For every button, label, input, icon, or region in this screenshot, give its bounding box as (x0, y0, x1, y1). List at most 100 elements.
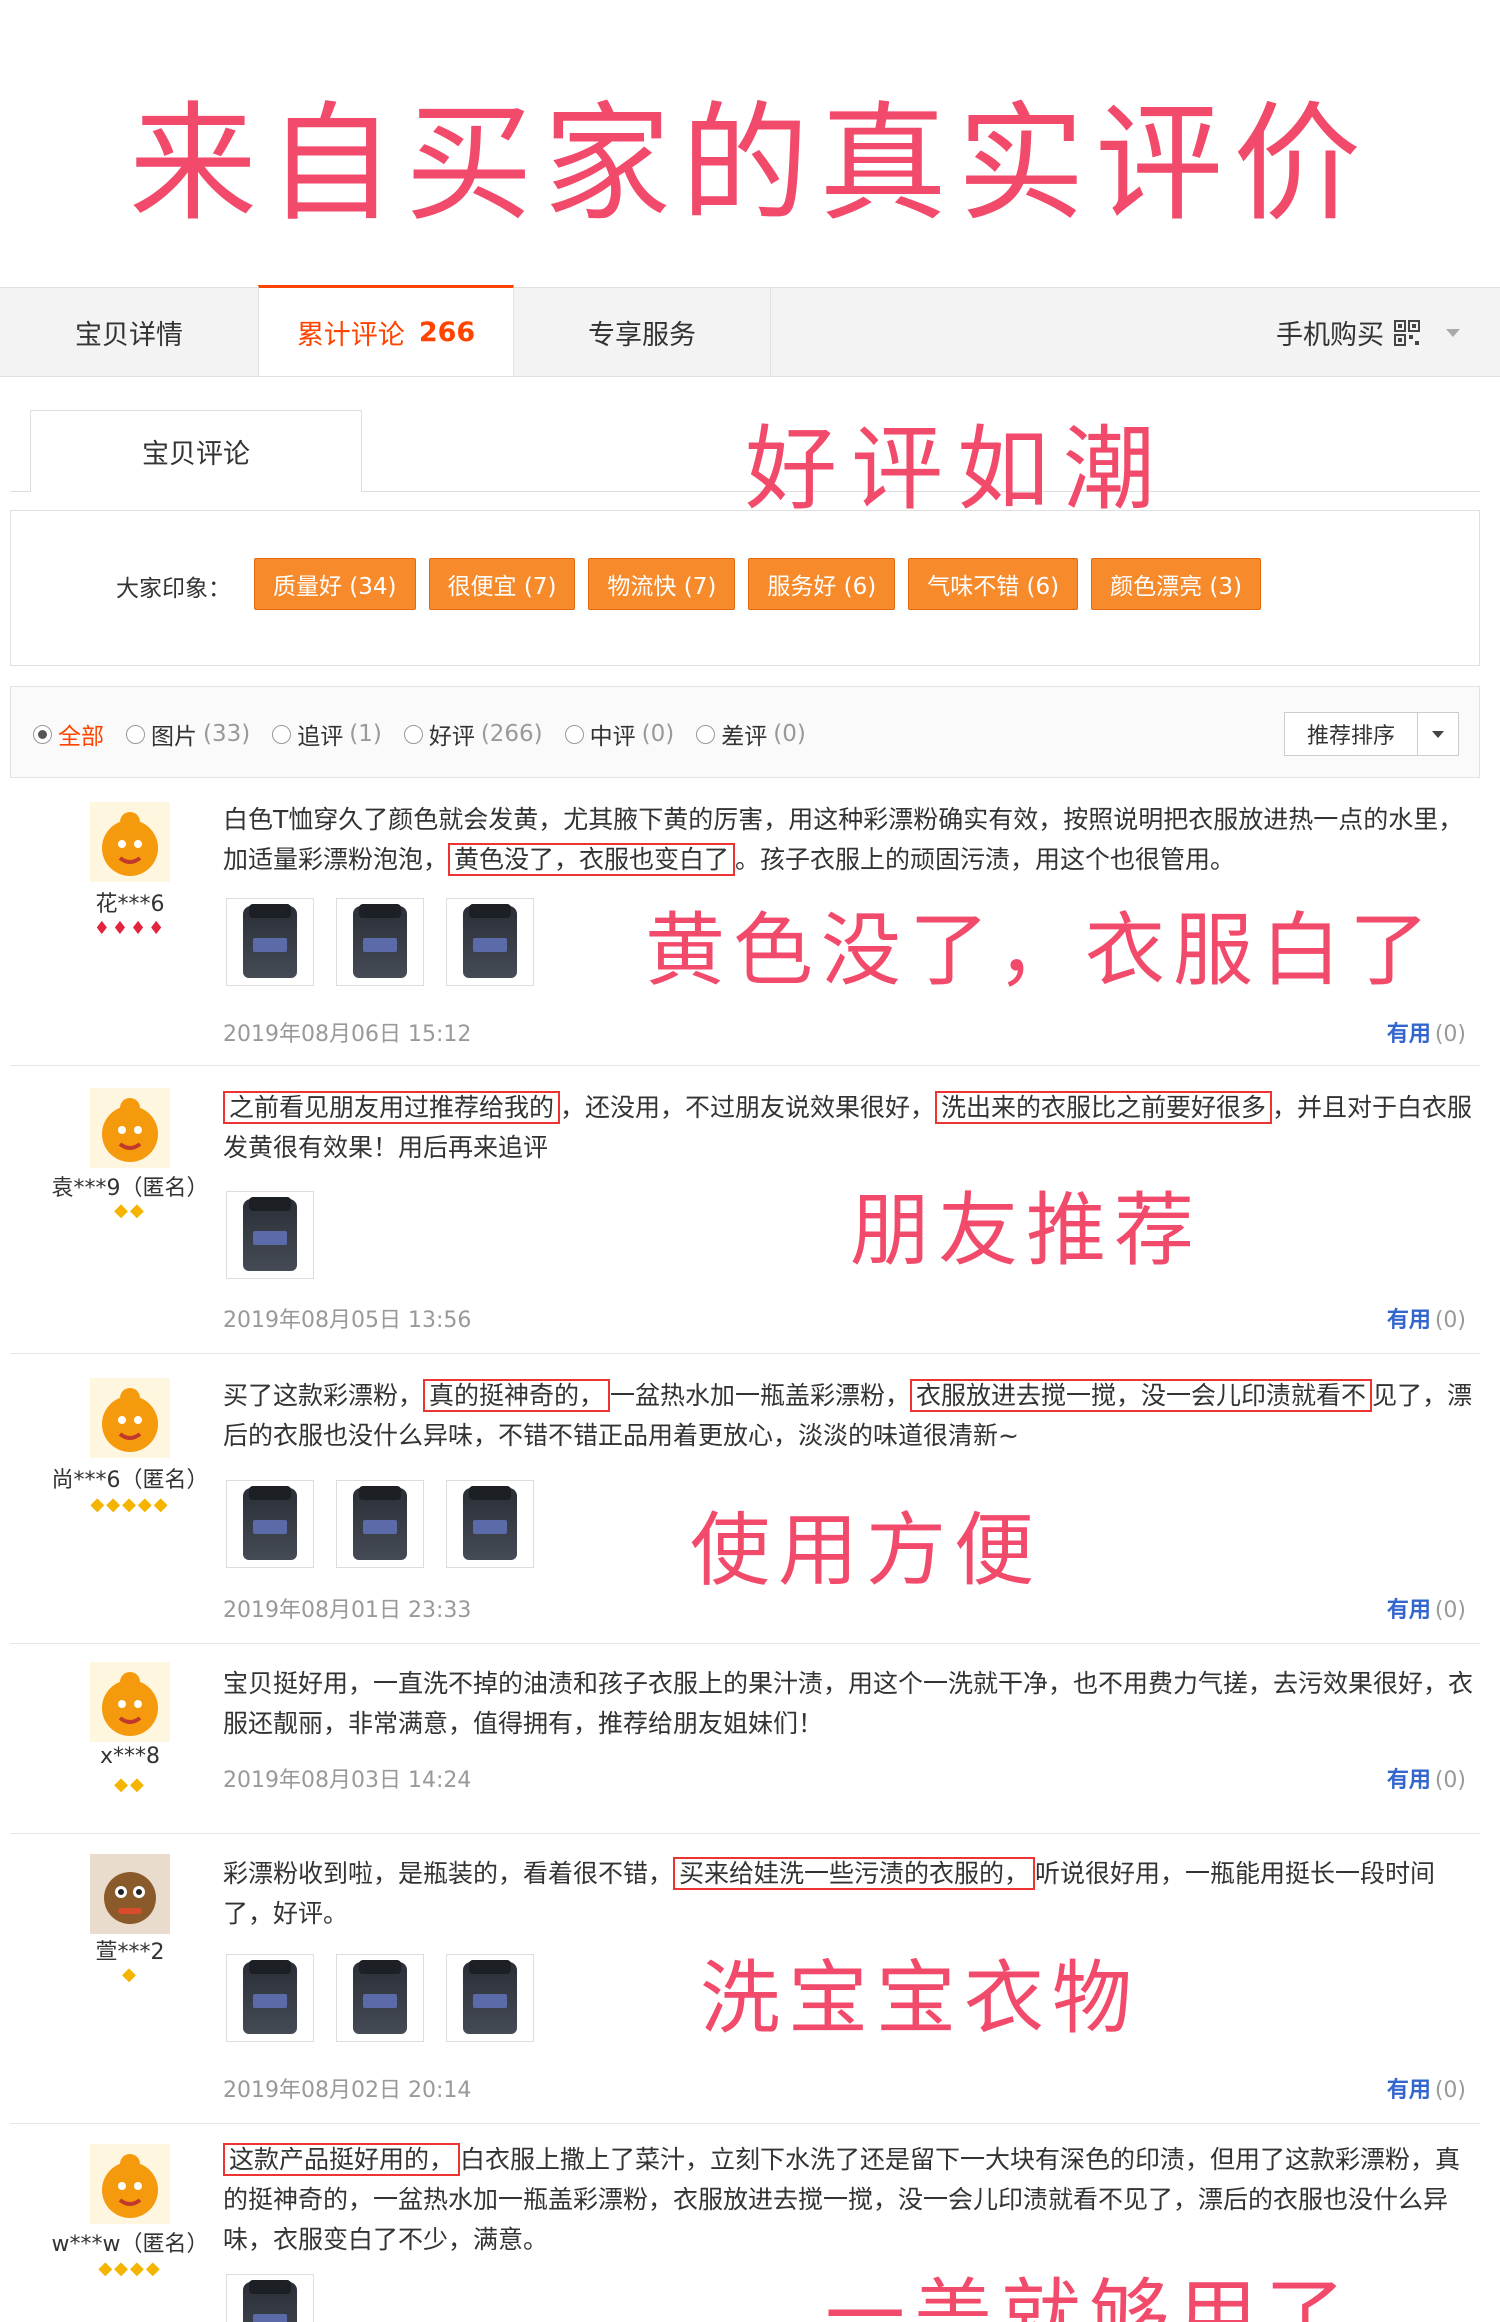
filter-mid[interactable]: 中评 (0) (564, 717, 674, 751)
useful-label: 有用 (1386, 2078, 1431, 2103)
filter-pics[interactable]: 图片 (33) (126, 717, 250, 751)
impression-tag[interactable]: 很便宜 (7) (428, 558, 576, 610)
chevron-down-icon (1418, 713, 1458, 755)
filter-good[interactable]: 好评 (266) (403, 717, 543, 751)
qr-code-icon (1394, 319, 1420, 346)
avatar (90, 2144, 170, 2224)
reviewer-rank: ♦♦♦♦ (93, 918, 167, 939)
impression-tag[interactable]: 物流快 (7) (588, 558, 736, 610)
impression-tag[interactable]: 气味不错 (6) (908, 558, 1079, 610)
avatar (90, 802, 170, 882)
mobile-buy-label: 手机购买 (1276, 320, 1384, 351)
review-text-part: 。孩子衣服上的顽固污渍，用这个也很管用。 (735, 845, 1236, 874)
reviewer-rank: ◆◆ (114, 1774, 146, 1795)
avatar (90, 1662, 170, 1742)
useful-button[interactable]: 有用 (0) (1387, 1592, 1466, 1624)
review-text: 之前看见朋友用过推荐给我的 ，还没用，不过朋友说效果很好， 洗出来的衣服比之前要好很… (223, 1088, 1473, 1168)
impressions-panel: 大家印象： 质量好 (34) 很便宜 (7) 物流快 (7) 服务好 (6) 气… (10, 510, 1480, 666)
filter-good-count: (266) (480, 721, 543, 747)
tab-service[interactable]: 专享服务 (514, 288, 770, 377)
slogan-easy: 使用方便 (690, 1504, 1042, 1597)
chevron-down-icon (1446, 328, 1460, 337)
filter-all[interactable]: 全部 (33, 717, 104, 751)
mobile-buy-button[interactable]: 手机购买 (1276, 288, 1460, 377)
reviewer-name: w***w（匿名） (51, 2232, 209, 2257)
impression-tag[interactable]: 颜色漂亮 (3) (1091, 558, 1261, 610)
tab-divider (770, 288, 771, 377)
review-photos (226, 898, 534, 986)
review-photo[interactable] (336, 1954, 424, 2042)
reviewer-rank: ◆ (122, 1964, 138, 1985)
review-text-part: 宝贝挺好用，一直洗不掉的油渍和孩子衣服上的果汁渍，用这个一洗就干净，也不用费力气… (223, 1669, 1474, 1738)
impressions-label: 大家印象： (116, 576, 231, 602)
review-item: x***8 ◆◆ 宝贝挺好用，一直洗不掉的油渍和孩子衣服上的果汁渍，用这个一洗就… (10, 1644, 1480, 1834)
reviewer-name: 袁***9（匿名） (51, 1176, 209, 1201)
impression-tags: 质量好 (34) 很便宜 (7) 物流快 (7) 服务好 (6) 气味不错 (6… (254, 558, 1261, 610)
review-date: 2019年08月03日 14:24 (223, 1768, 472, 1793)
impression-tag[interactable]: 质量好 (34) (254, 558, 416, 610)
review-date: 2019年08月05日 13:56 (223, 1308, 472, 1333)
avatar (90, 1088, 170, 1168)
useful-button[interactable]: 有用 (0) (1387, 2072, 1466, 2104)
review-photo[interactable] (226, 898, 314, 986)
review-photo[interactable] (446, 1480, 534, 1568)
radio-icon (403, 724, 423, 744)
useful-button[interactable]: 有用 (0) (1387, 1302, 1466, 1334)
review-highlight: 之前看见朋友用过推荐给我的 (223, 1091, 561, 1124)
filter-bad[interactable]: 差评 (0) (696, 717, 806, 751)
review-photos (226, 1480, 534, 1568)
useful-label: 有用 (1386, 1768, 1431, 1793)
useful-count: (0) (1434, 2078, 1466, 2103)
tab-item-reviews[interactable]: 宝贝评论 (30, 410, 362, 492)
review-highlight: 买来给娃洗一些污渍的衣服的， (673, 1857, 1036, 1890)
review-highlight: 衣服放进去搅一搅，没一会儿印渍就看不 (910, 1379, 1373, 1412)
filter-all-label: 全部 (58, 724, 104, 750)
review-photo[interactable] (336, 898, 424, 986)
reviewer-name: x***8 (99, 1744, 161, 1769)
review-photo[interactable] (226, 2274, 314, 2322)
review-photo[interactable] (226, 1191, 314, 1279)
review-photo[interactable] (226, 1480, 314, 1568)
review-photo[interactable] (226, 1954, 314, 2042)
slogan-friend: 朋友推荐 (850, 1184, 1202, 1277)
tab-reviews-count: 266 (418, 316, 476, 348)
review-text-part: 买了这款彩漂粉， (223, 1381, 424, 1410)
review-item: 尚***6（匿名） ◆◆◆◆◆ 买了这款彩漂粉， 真的挺神奇的， 一盆热水加一瓶盖彩… (10, 1354, 1480, 1644)
impression-tag[interactable]: 服务好 (6) (748, 558, 896, 610)
slogan-baby: 洗宝宝衣物 (700, 1952, 1140, 2045)
review-text: 白色T恤穿久了颜色就会发黄，尤其腋下黄的厉害，用这种彩漂粉确实有效，按照说明把衣… (223, 800, 1473, 880)
tab-bar: 宝贝详情 累计评论 266 专享服务 手机购买 (0, 285, 1500, 377)
slogan-one-cap: 一盖就够用了 (825, 2270, 1353, 2322)
reviewer-rank: ◆◆ (114, 1200, 146, 1221)
avatar (90, 1378, 170, 1458)
useful-count: (0) (1434, 1308, 1466, 1333)
filter-good-label: 好评 (428, 724, 475, 750)
review-photos (226, 1191, 314, 1279)
review-text-part: ，还没用，不过朋友说效果很好， (560, 1093, 936, 1122)
useful-button[interactable]: 有用 (0) (1387, 1762, 1466, 1794)
useful-label: 有用 (1386, 1022, 1431, 1047)
filter-pics-label: 图片 (151, 724, 197, 750)
review-photo[interactable] (336, 1480, 424, 1568)
sort-select[interactable]: 推荐排序 (1284, 712, 1459, 756)
reviewer-name: 尚***6（匿名） (51, 1468, 209, 1493)
useful-button[interactable]: 有用 (0) (1387, 1016, 1466, 1048)
review-text: 买了这款彩漂粉， 真的挺神奇的， 一盆热水加一瓶盖彩漂粉， 衣服放进去搅一搅，没一会儿… (223, 1376, 1473, 1456)
review-date: 2019年08月01日 23:33 (223, 1598, 472, 1623)
review-photo[interactable] (446, 898, 534, 986)
radio-icon (33, 724, 52, 744)
review-text: 这款产品挺好用的， 白衣服上撒上了菜汁，立刻下水洗了还是留下一大块有深色的印渍，但… (223, 2140, 1473, 2260)
reviewer-rank: ◆◆◆◆ (98, 2258, 162, 2279)
review-photo[interactable] (446, 1954, 534, 2042)
filter-follow[interactable]: 追评 (1) (272, 717, 382, 751)
radio-icon (272, 724, 292, 744)
useful-label: 有用 (1386, 1308, 1431, 1333)
review-item: 袁***9（匿名） ◆◆ 之前看见朋友用过推荐给我的 ，还没用，不过朋友说效果很好… (10, 1066, 1480, 1354)
banner-title: 来自买家的真实评价 (128, 90, 1371, 239)
review-text-part: 一盆热水加一瓶盖彩漂粉， (610, 1381, 911, 1410)
filter-bad-label: 差评 (721, 724, 768, 750)
tab-reviews[interactable]: 累计评论 266 (258, 285, 514, 376)
tab-detail[interactable]: 宝贝详情 (0, 288, 258, 377)
filter-bad-count: (0) (773, 721, 806, 747)
reviewer-name: 花***6 (95, 892, 165, 917)
